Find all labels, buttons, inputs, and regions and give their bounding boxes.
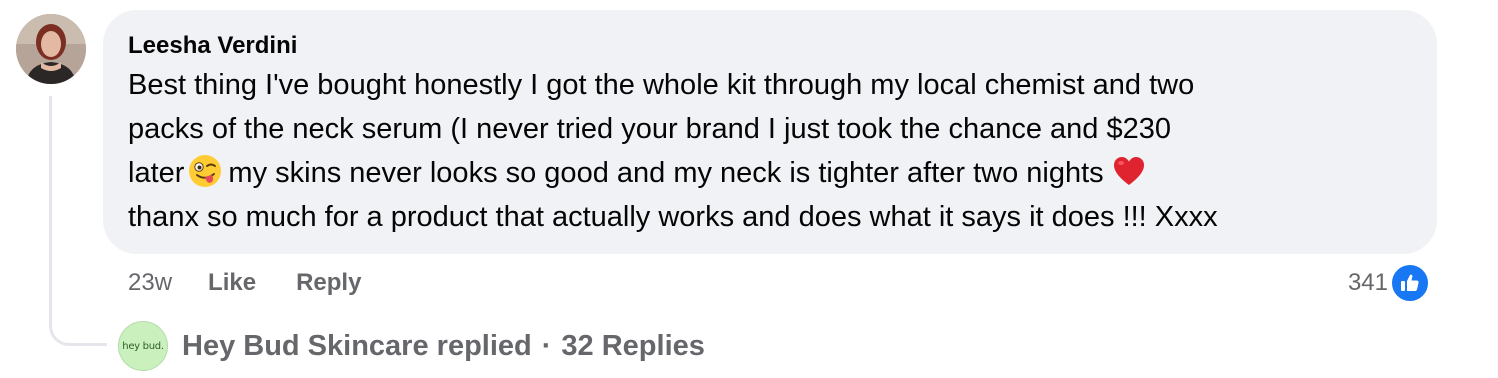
- comment-text: Best thing I've bought honestly I got th…: [128, 63, 1411, 239]
- brand-logo-text: hey bud.: [122, 340, 164, 352]
- comment-line-3-text: my skins never looks so good and my neck…: [228, 157, 1104, 189]
- comment-line-4: thanx so much for a product that actuall…: [128, 201, 1218, 233]
- profile-photo: [16, 14, 86, 84]
- comment-author[interactable]: Leesha Verdini: [128, 31, 1411, 61]
- replies-summary[interactable]: Hey Bud Skincare replied · 32 Replies: [182, 330, 705, 363]
- comment-actions: 23w Like Reply: [128, 266, 401, 300]
- view-replies-link[interactable]: hey bud. Hey Bud Skincare replied · 32 Rep…: [118, 320, 705, 372]
- hey-bud-logo-avatar: hey bud.: [118, 321, 168, 371]
- thumbs-up-icon: [1390, 263, 1430, 303]
- avatar[interactable]: [16, 14, 86, 84]
- comment-line-1: Best thing I've bought honestly I got th…: [128, 69, 1195, 101]
- replied-by-label: Hey Bud Skincare replied: [182, 329, 532, 362]
- thread-connector: [49, 96, 107, 346]
- comment-timestamp[interactable]: 23w: [128, 269, 172, 297]
- comment-line-3: later my skins never looks so good and m…: [128, 151, 1411, 195]
- reply-button[interactable]: Reply: [296, 269, 361, 297]
- separator-dot: ·: [541, 329, 552, 362]
- like-button[interactable]: Like: [208, 269, 256, 297]
- comment-line-2: packs of the neck serum (I never tried y…: [128, 113, 1171, 145]
- comment-line-3-prefix: later: [128, 157, 185, 189]
- comment-bubble: Leesha Verdini Best thing I've bought ho…: [103, 10, 1437, 254]
- red-heart-emoji-icon: [1113, 157, 1144, 185]
- reply-count: 32 Replies: [561, 329, 705, 362]
- reaction-count: 341: [1347, 269, 1388, 296]
- comment-thread: Leesha Verdini Best thing I've bought ho…: [0, 0, 1498, 378]
- reaction-summary[interactable]: 341: [1348, 263, 1430, 303]
- winking-tongue-emoji-icon: [189, 155, 222, 187]
